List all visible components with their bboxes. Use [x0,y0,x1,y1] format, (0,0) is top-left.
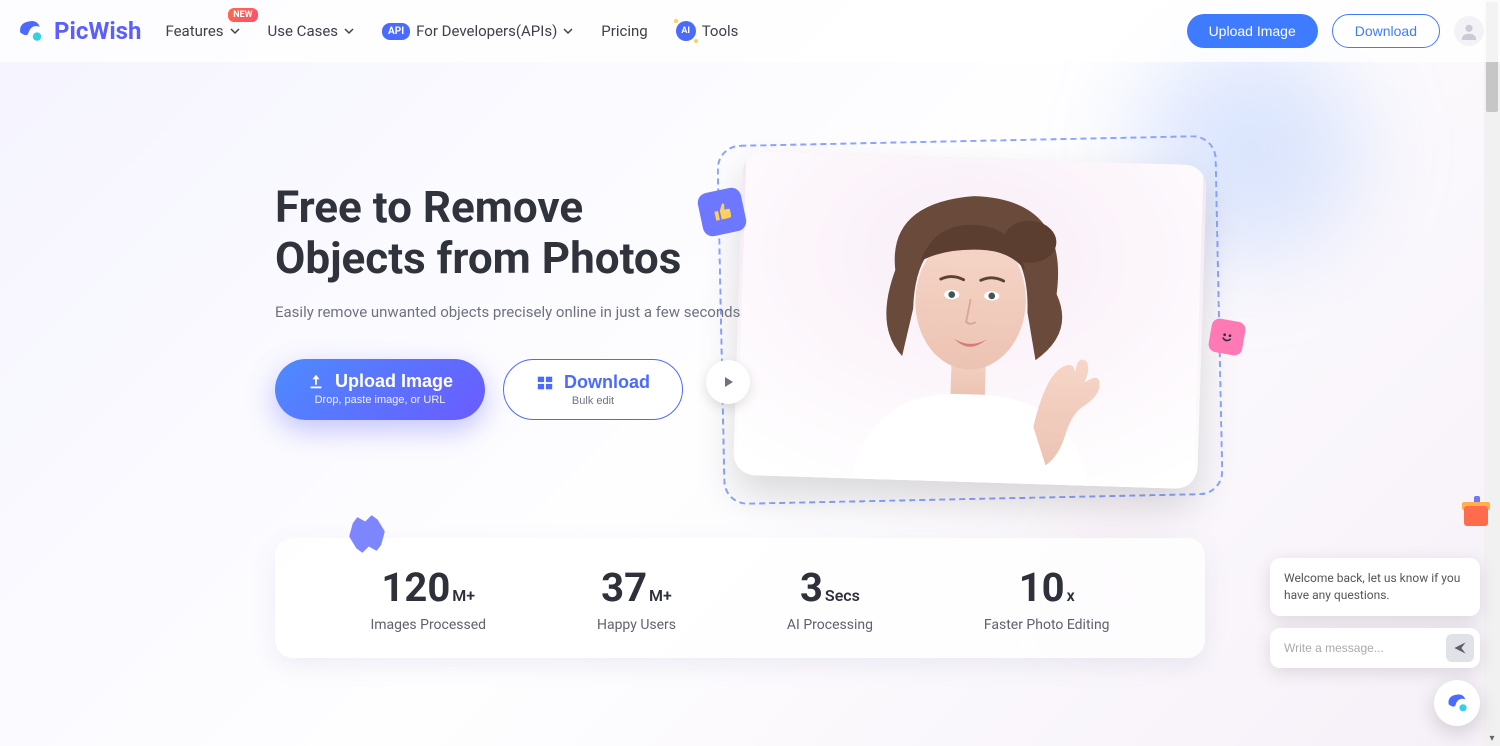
upload-sub-label: Drop, paste image, or URL [315,394,446,406]
chat-input[interactable] [1284,641,1446,655]
stats-card: 120M+ Images Processed 37M+ Happy Users … [275,538,1205,658]
chat-launcher[interactable] [1434,680,1480,726]
send-icon [1453,641,1467,655]
hero: Free to Remove Objects from Photos Easil… [0,62,1500,420]
nav-features[interactable]: Features NEW [165,22,239,40]
chat-send-button[interactable] [1446,634,1474,662]
nav-pricing[interactable]: Pricing [601,22,647,40]
upload-image-button[interactable]: Upload Image Drop, paste image, or URL [275,359,485,420]
stat-unit: M+ [452,586,475,605]
chevron-down-icon [563,26,573,36]
nav-upload-button[interactable]: Upload Image [1187,14,1318,48]
nav-usecases-label: Use Cases [268,22,339,40]
chevron-down-icon [344,26,354,36]
hero-subtitle: Easily remove unwanted objects precisely… [275,303,795,321]
logo-icon [1445,691,1469,715]
stat-happy-users: 37M+ Happy Users [597,564,676,633]
chat-widget: Welcome back, let us know if you have an… [1270,558,1480,726]
nav-pricing-label: Pricing [601,22,647,40]
hero-title-line1: Free to Remove [275,181,583,233]
stat-faster-editing: 10x Faster Photo Editing [984,564,1110,633]
stat-value: 37 [601,564,647,611]
gift-icon[interactable] [1460,494,1496,530]
upload-icon [307,373,325,391]
windows-icon [536,374,554,392]
smile-icon [1207,317,1246,356]
stat-value: 10 [1019,564,1065,611]
stat-label: Faster Photo Editing [984,617,1110,633]
nav-api-label: For Developers(APIs) [416,22,557,40]
nav-tools[interactable]: AI Tools [676,21,739,41]
thumbs-up-icon [696,186,748,238]
navbar: PicWish Features NEW Use Cases API For D… [0,0,1500,62]
chevron-down-icon [230,26,240,36]
avatar[interactable] [1454,16,1484,46]
stat-label: Images Processed [370,617,486,633]
nav-tools-label: Tools [702,22,739,40]
stat-value: 3 [800,564,823,611]
chat-welcome-bubble: Welcome back, let us know if you have an… [1270,558,1480,616]
logo-icon [16,17,44,45]
download-app-button[interactable]: Download Bulk edit [503,359,683,420]
api-pill-icon: API [382,23,410,40]
play-button[interactable] [706,360,750,404]
chat-input-row [1270,628,1480,668]
user-icon [1460,22,1478,40]
nav-right: Upload Image Download [1187,14,1484,48]
scroll-down-icon[interactable]: ▾ [1484,730,1500,746]
hero-title-line2: Objects from Photos [275,232,681,284]
download-sub-label: Bulk edit [572,395,614,407]
download-main-label: Download [564,372,650,393]
ai-pill-icon: AI [676,21,696,41]
stat-images-processed: 120M+ Images Processed [370,564,486,633]
nav-features-label: Features [165,22,223,40]
stat-label: AI Processing [787,617,873,633]
stat-value: 120 [381,564,450,611]
nav-download-button[interactable]: Download [1332,14,1440,48]
nav-items: Features NEW Use Cases API For Developer… [165,21,1186,41]
stat-unit: M+ [649,586,672,605]
stat-label: Happy Users [597,617,676,633]
upload-main-label: Upload Image [335,371,453,392]
stat-ai-processing: 3Secs AI Processing [787,564,873,633]
new-badge: NEW [228,8,257,22]
nav-api[interactable]: API For Developers(APIs) [382,22,573,40]
stat-unit: x [1067,586,1075,605]
stat-unit: Secs [825,586,860,605]
logo-text: PicWish [54,17,141,45]
nav-usecases[interactable]: Use Cases [268,22,355,40]
logo[interactable]: PicWish [16,17,141,45]
